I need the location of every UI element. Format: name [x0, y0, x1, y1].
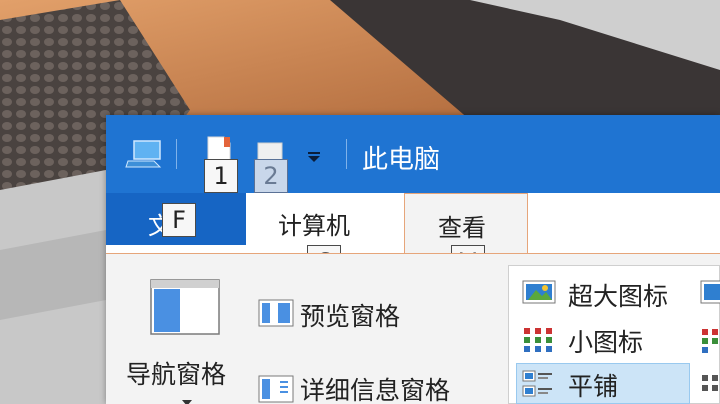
keytip-file: F	[162, 203, 196, 237]
details-view-icon[interactable]	[700, 373, 720, 399]
keytip-quick-access-2: 2	[254, 159, 288, 193]
details-pane-button[interactable]: 详细信息窗格	[256, 371, 496, 404]
navigation-pane-button[interactable]: 导航窗格	[124, 273, 246, 404]
tab-computer-label: 计算机	[278, 212, 350, 240]
large-icons-icon[interactable]	[700, 280, 720, 304]
ribbon-tab-bar: 文件 F 计算机 C 查看 V	[106, 193, 720, 279]
details-pane-icon	[258, 375, 294, 403]
file-explorer-window: 此电脑 1 2 文件 F 计算机 C 查看 V 导航窗格	[106, 115, 720, 404]
list-icon[interactable]	[700, 327, 720, 353]
layout-extra-large-icons[interactable]: 超大图标	[520, 275, 696, 311]
divider	[346, 139, 347, 169]
keytip-quick-access-1: 1	[204, 159, 238, 193]
layout-extra-large-icons-label: 超大图标	[568, 282, 669, 311]
customize-dropdown-icon[interactable]	[306, 149, 322, 163]
image-icon	[522, 280, 556, 304]
tab-computer[interactable]: 计算机	[264, 193, 384, 245]
chevron-down-icon	[182, 393, 192, 404]
preview-pane-label: 预览窗格	[300, 302, 401, 331]
window-title: 此电脑	[362, 145, 441, 175]
details-pane-label: 详细信息窗格	[300, 376, 451, 404]
tab-view-label: 查看	[438, 214, 486, 242]
title-bar: 此电脑 1 2	[106, 115, 720, 193]
tiles-icon	[522, 369, 556, 399]
layout-tiles-label: 平铺	[568, 372, 619, 401]
grid-icon	[522, 326, 556, 354]
preview-pane-button[interactable]: 预览窗格	[256, 295, 436, 333]
computer-icon[interactable]	[124, 137, 164, 171]
layout-tiles[interactable]: 平铺	[520, 365, 690, 404]
navigation-pane-icon	[150, 279, 220, 335]
layout-small-icons-label: 小图标	[568, 328, 644, 357]
preview-pane-icon	[258, 299, 294, 327]
divider	[176, 139, 177, 169]
layout-small-icons[interactable]: 小图标	[520, 321, 696, 357]
navigation-pane-label: 导航窗格	[126, 360, 227, 389]
